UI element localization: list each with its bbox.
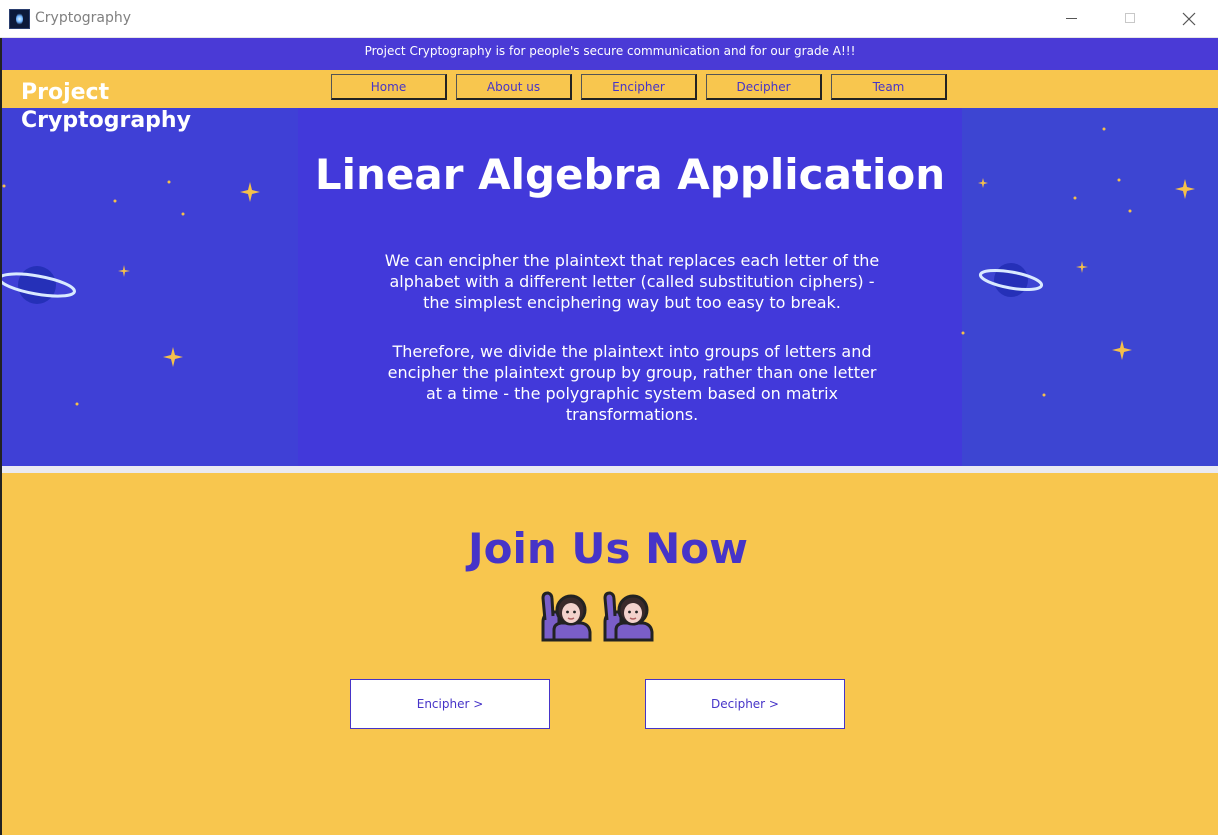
section-divider — [2, 466, 1218, 473]
person-raising-hand-icon — [541, 591, 592, 642]
star-icon — [1112, 340, 1132, 360]
hero-section: Linear Algebra Application We can enciph… — [2, 108, 1218, 466]
brand-line-2: Cryptography — [21, 108, 191, 133]
planet-icon — [978, 263, 1044, 297]
nav-decipher-button[interactable]: Decipher — [706, 74, 822, 100]
star-icon — [1175, 179, 1195, 199]
star-icon — [1076, 261, 1088, 273]
hero-paragraph-1: We can encipher the plaintext that repla… — [384, 251, 880, 312]
star-icon — [961, 331, 965, 335]
maximize-icon — [1125, 13, 1135, 23]
hero-paragraph-2: Therefore, we divide the plaintext into … — [387, 342, 877, 424]
encipher-cta-button[interactable]: Encipher > — [350, 679, 550, 729]
star-icon — [1128, 209, 1132, 213]
nav-about-us-button[interactable]: About us — [456, 74, 572, 100]
close-icon — [1182, 12, 1196, 26]
announcement-bar: Project Cryptography is for people's sec… — [2, 38, 1218, 70]
star-icon — [75, 402, 79, 406]
hero-title: Linear Algebra Application — [314, 150, 946, 199]
star-icon — [113, 199, 117, 203]
star-icon — [978, 178, 988, 188]
close-button[interactable] — [1166, 4, 1212, 34]
planet-icon — [2, 266, 76, 304]
app-icon — [9, 9, 30, 29]
star-icon — [1117, 178, 1121, 182]
nav-home-button[interactable]: Home — [331, 74, 447, 100]
nav-team-button[interactable]: Team — [831, 74, 947, 100]
star-icon — [163, 347, 183, 367]
star-icon — [1073, 196, 1077, 200]
maximize-button[interactable] — [1107, 4, 1153, 34]
window-title: Cryptography — [35, 10, 132, 26]
minimize-button[interactable] — [1049, 4, 1095, 34]
brand-line-1: Project — [21, 80, 110, 105]
join-title: Join Us Now — [468, 524, 748, 573]
star-icon — [1102, 127, 1106, 131]
window-titlebar: Cryptography — [0, 0, 1218, 38]
minimize-icon — [1066, 18, 1077, 19]
person-raising-hand-icon — [603, 591, 654, 642]
star-icon — [118, 265, 130, 277]
brand-title: Project Cryptography — [21, 79, 191, 135]
star-icon — [167, 180, 171, 184]
star-icon — [181, 212, 185, 216]
star-icon — [240, 182, 260, 202]
join-section: Join Us Now Encipher > Decipher > — [2, 473, 1218, 835]
star-icon — [1042, 393, 1046, 397]
nav-encipher-button[interactable]: Encipher — [581, 74, 697, 100]
star-icon — [2, 184, 6, 188]
announcement-text: Project Cryptography is for people's sec… — [364, 44, 856, 58]
decipher-cta-button[interactable]: Decipher > — [645, 679, 845, 729]
nav-bar: Project Cryptography Home About us Encip… — [2, 70, 1218, 133]
